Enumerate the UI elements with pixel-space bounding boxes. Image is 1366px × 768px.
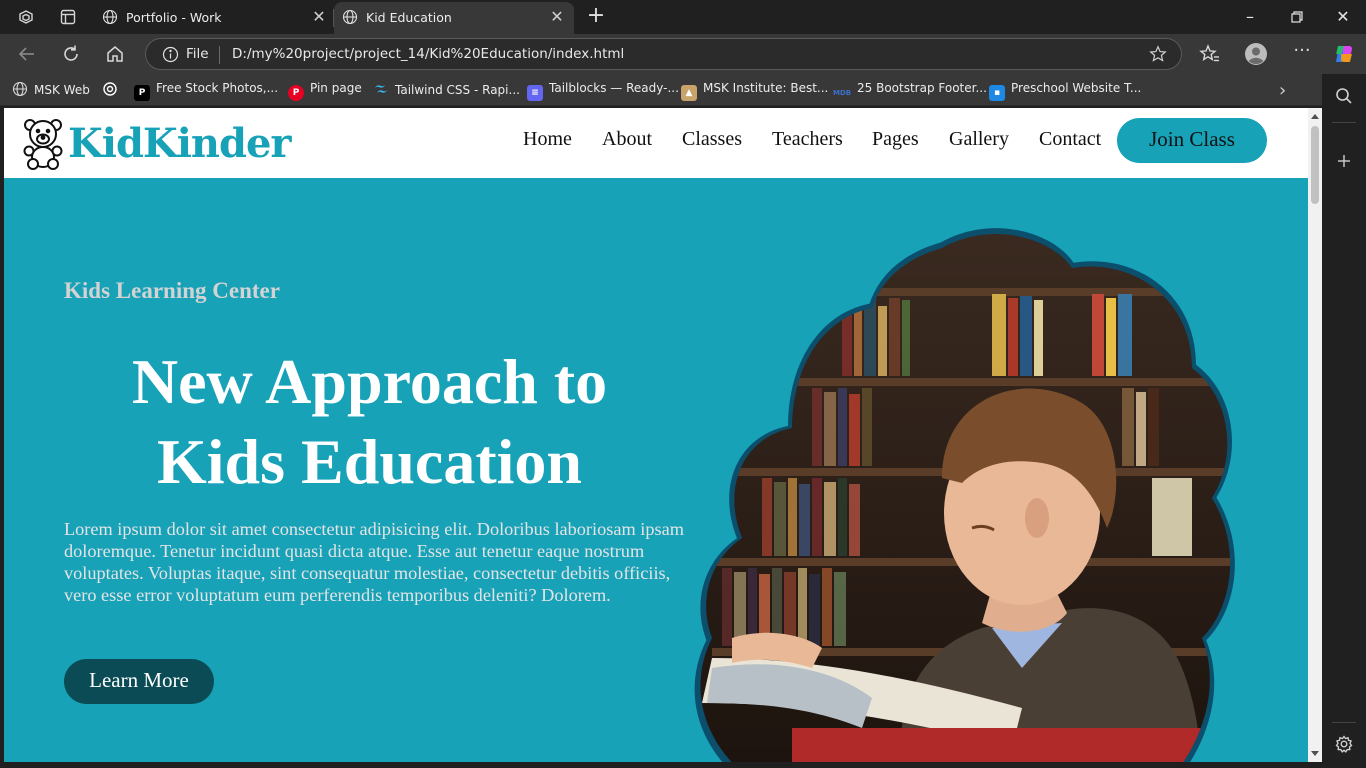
bookmark-pinterest[interactable]: P Pin page	[288, 81, 362, 101]
info-icon[interactable]	[162, 46, 179, 63]
pexels-icon: P	[134, 85, 150, 101]
openai-icon	[103, 82, 117, 96]
mdb-icon: MDB	[833, 89, 852, 97]
bookmark-label: Tailwind CSS - Rapi...	[395, 83, 520, 97]
hero-title: New Approach to Kids Education	[64, 342, 675, 502]
nav-classes[interactable]: Classes	[682, 128, 742, 151]
hero-subtitle: Kids Learning Center	[64, 278, 280, 303]
workspaces-icon[interactable]	[16, 7, 36, 27]
logo-text: KidKinder	[68, 120, 291, 167]
bookmark-label: Preschool Website T...	[1011, 81, 1142, 95]
nav-home[interactable]: Home	[523, 128, 572, 151]
close-tab-icon[interactable]: ✕	[548, 7, 566, 26]
bookmark-openai[interactable]	[102, 81, 124, 99]
restore-icon[interactable]	[1287, 7, 1307, 27]
bookmark-label: 25 Bootstrap Footer...	[857, 81, 987, 95]
bookmark-label: Free Stock Photos,...	[156, 81, 279, 95]
tab-portfolio[interactable]: Portfolio - Work ✕	[94, 2, 336, 34]
back-icon[interactable]	[16, 43, 38, 65]
hero-title-line-2: Kids Education	[156, 426, 583, 497]
bookmark-label: Pin page	[310, 81, 362, 95]
chevron-right-icon[interactable]: ›	[1279, 80, 1286, 101]
msk-icon: ▲	[681, 85, 697, 101]
new-tab-button[interactable]: +	[584, 4, 608, 28]
nav-gallery[interactable]: Gallery	[949, 128, 1009, 151]
scroll-up-arrow-icon[interactable]	[1311, 114, 1319, 119]
home-icon[interactable]	[104, 43, 126, 65]
tab-kid-education[interactable]: Kid Education ✕	[334, 2, 574, 34]
refresh-icon[interactable]	[60, 43, 82, 65]
nav-about[interactable]: About	[602, 128, 652, 151]
more-menu-icon[interactable]: ···	[1290, 42, 1314, 66]
bookmark-msk-institute[interactable]: ▲ MSK Institute: Best...	[681, 81, 829, 101]
tab-title: Kid Education	[366, 10, 452, 25]
bookmark-label: MSK Web	[34, 83, 90, 97]
favorite-star-icon[interactable]	[1149, 45, 1167, 63]
close-tab-icon[interactable]: ✕	[310, 7, 328, 26]
hero-description: Lorem ipsum dolor sit amet consectetur a…	[64, 519, 684, 605]
bookmark-tailblocks[interactable]: ≡ Tailblocks — Ready-...	[527, 81, 679, 101]
minimize-icon[interactable]: –	[1240, 7, 1260, 27]
edge-sidebar	[1322, 74, 1366, 768]
add-icon[interactable]	[1334, 151, 1354, 171]
sidebar-divider	[1332, 122, 1356, 123]
bookmark-label: Tailblocks — Ready-...	[549, 81, 679, 95]
nav-teachers[interactable]: Teachers	[772, 128, 843, 151]
tailwind-icon	[375, 85, 387, 93]
close-window-icon[interactable]: ✕	[1333, 7, 1353, 27]
hero-image	[694, 228, 1235, 762]
scrollbar-thumb[interactable]	[1311, 126, 1319, 204]
join-class-button[interactable]: Join Class	[1117, 118, 1267, 163]
address-bar[interactable]: File D:/my%20project/project_14/Kid%20Ed…	[145, 38, 1182, 70]
sidebar-divider	[1332, 722, 1356, 723]
vertical-scrollbar[interactable]	[1308, 108, 1322, 762]
bookmark-tailwind[interactable]: Tailwind CSS - Rapi...	[373, 81, 520, 99]
url-text[interactable]: D:/my%20project/project_14/Kid%20Educati…	[232, 46, 624, 62]
address-divider	[219, 46, 220, 64]
tab-actions-icon[interactable]	[58, 7, 78, 27]
page-viewport: KidKinder Home About Classes Teachers Pa…	[4, 108, 1308, 762]
bookmark-pexels[interactable]: P Free Stock Photos,...	[134, 81, 279, 101]
globe-icon	[12, 81, 28, 97]
favorites-icon[interactable]	[1198, 42, 1222, 66]
nav-contact[interactable]: Contact	[1039, 128, 1101, 151]
site-icon: ▪	[989, 85, 1005, 101]
address-bar-row: File D:/my%20project/project_14/Kid%20Ed…	[0, 34, 1366, 74]
tailblocks-icon: ≡	[527, 85, 543, 101]
nav-pages[interactable]: Pages	[872, 128, 919, 151]
profile-avatar-icon[interactable]	[1244, 42, 1268, 66]
tab-bar: Portfolio - Work ✕ Kid Education ✕ + – ✕	[0, 0, 1366, 34]
hero-title-line-1: New Approach to	[131, 346, 608, 417]
scheme-label: File	[186, 46, 209, 62]
site-navbar: KidKinder Home About Classes Teachers Pa…	[4, 108, 1308, 178]
teddy-bear-icon	[23, 119, 63, 170]
scroll-down-arrow-icon[interactable]	[1311, 751, 1319, 756]
bookmark-preschool[interactable]: ▪ Preschool Website T...	[989, 81, 1142, 101]
tab-title: Portfolio - Work	[126, 10, 222, 25]
bookmark-msk-web[interactable]: MSK Web	[12, 81, 90, 99]
copilot-icon[interactable]	[1332, 42, 1356, 66]
bookmarks-bar: MSK Web P Free Stock Photos,... P Pin page…	[0, 74, 1366, 106]
learn-more-button[interactable]: Learn More	[64, 659, 214, 704]
globe-icon	[102, 9, 118, 25]
bookmark-bootstrap-footer[interactable]: MDB 25 Bootstrap Footer...	[833, 81, 987, 99]
search-icon[interactable]	[1334, 86, 1354, 106]
globe-icon	[342, 9, 358, 25]
pinterest-icon: P	[288, 85, 304, 101]
bookmark-label: MSK Institute: Best...	[703, 81, 829, 95]
gear-icon[interactable]	[1334, 734, 1354, 754]
